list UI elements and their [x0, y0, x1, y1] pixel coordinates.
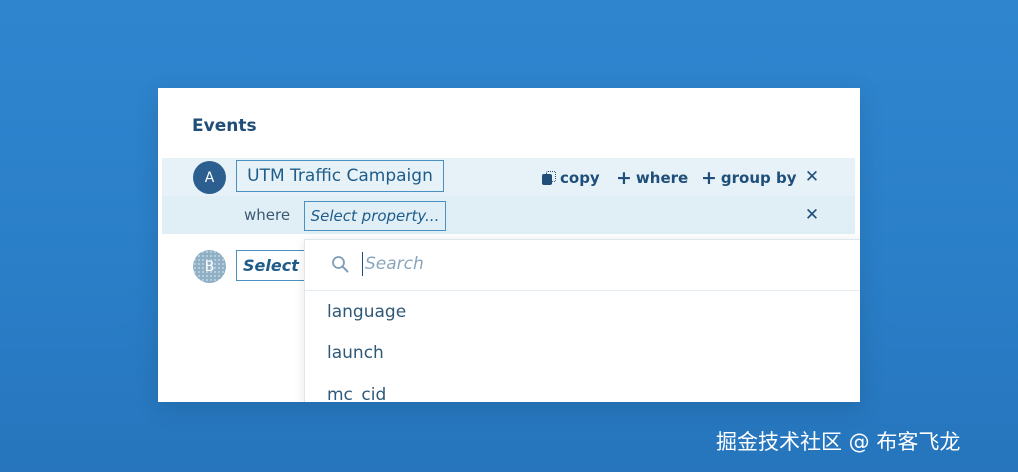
remove-filter-close-icon[interactable]: ✕	[803, 205, 821, 225]
events-title: Events	[192, 116, 257, 136]
event-a-badge: A	[193, 161, 226, 194]
events-panel: Events A UTM Traffic Campaign copy + whe…	[158, 88, 860, 402]
plus-icon: +	[616, 166, 632, 189]
plus-icon: +	[701, 166, 717, 189]
dropdown-item-launch[interactable]: launch	[327, 343, 384, 363]
property-dropdown: language launch mc_cid	[304, 239, 860, 402]
event-b-badge: B	[193, 250, 226, 283]
event-a-name-button[interactable]: UTM Traffic Campaign	[236, 160, 444, 192]
dropdown-search-bar	[305, 240, 860, 291]
property-search-input[interactable]	[362, 252, 765, 276]
copy-label: copy	[560, 169, 600, 187]
add-group-by-button[interactable]: + group by	[701, 168, 797, 188]
add-where-label: where	[635, 169, 689, 187]
dropdown-item-language[interactable]: language	[327, 302, 406, 322]
dropdown-item-mc-cid[interactable]: mc_cid	[327, 385, 386, 402]
watermark-text: 掘金技术社区 @ 布客飞龙	[716, 430, 961, 454]
search-icon	[332, 256, 349, 273]
remove-event-a-close-icon[interactable]: ✕	[803, 167, 821, 187]
copy-icon	[542, 171, 556, 185]
copy-button[interactable]: copy	[542, 168, 600, 188]
add-group-by-label: group by	[720, 169, 797, 187]
select-property-button[interactable]: Select property...	[304, 201, 446, 231]
add-where-button[interactable]: + where	[616, 168, 688, 188]
filter-where-label: where	[244, 206, 291, 224]
